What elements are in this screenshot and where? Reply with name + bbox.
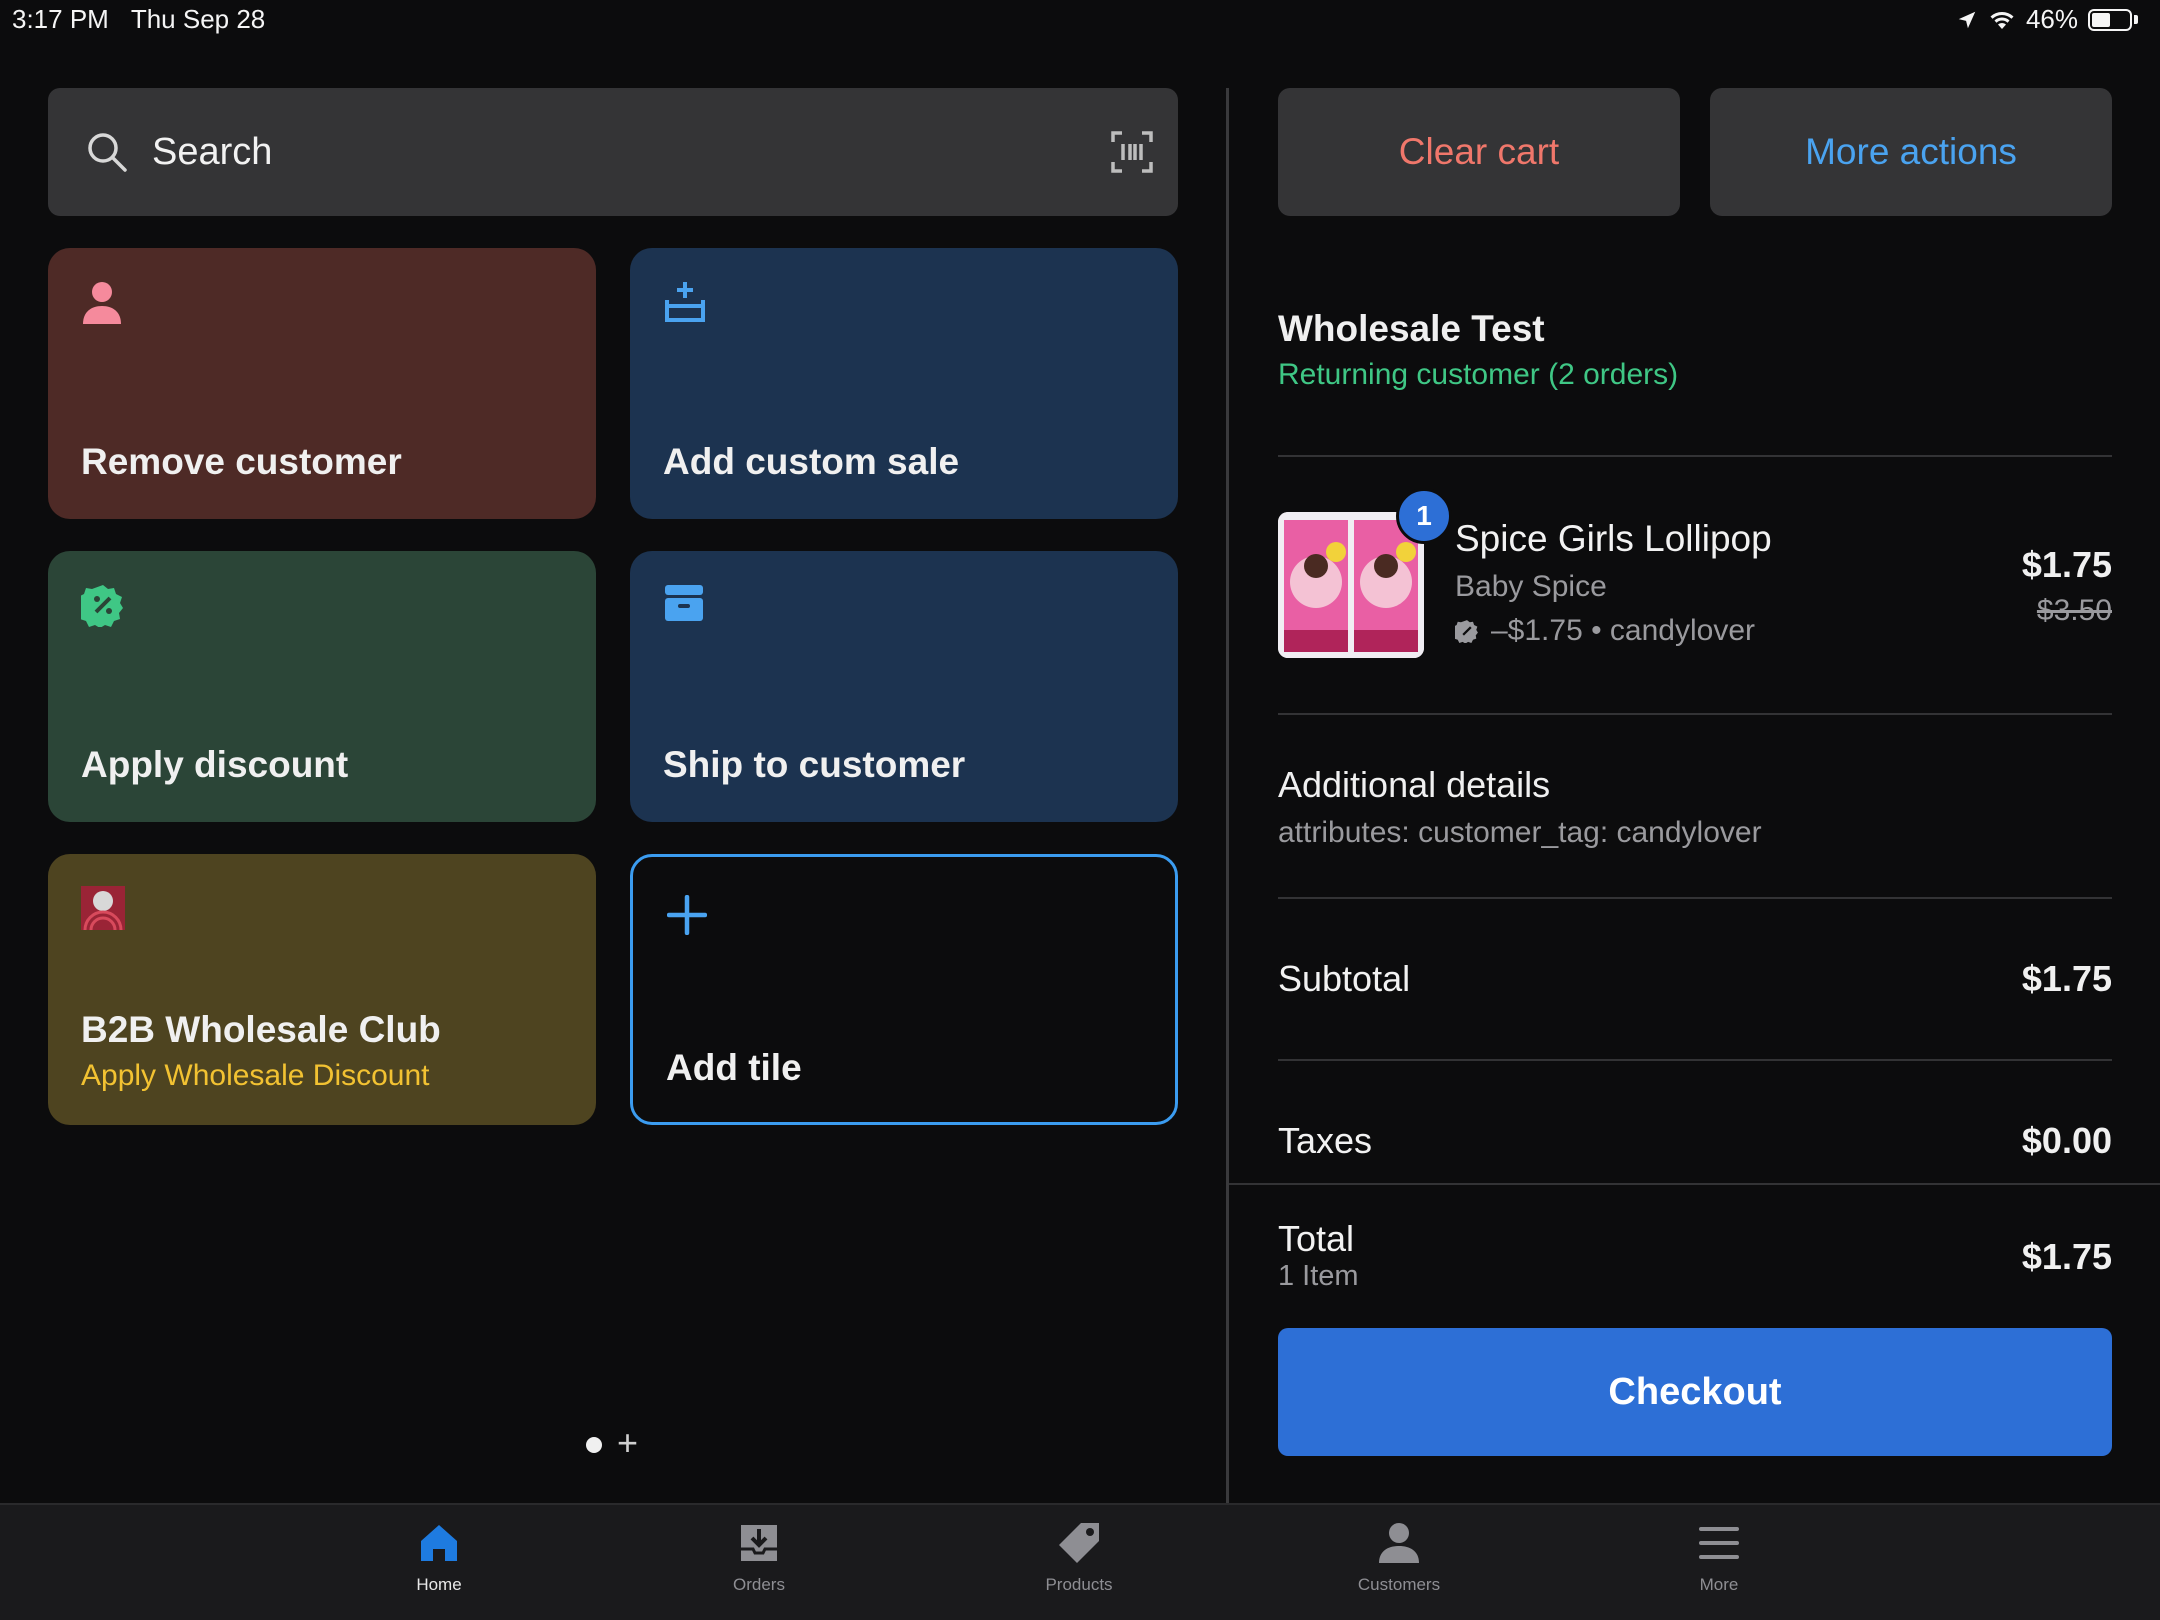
search-icon (88, 133, 127, 172)
subtotal-value: $1.75 (2021, 958, 2112, 999)
quantity-badge: 1 (1396, 488, 1452, 544)
item-price: $1.75 (2021, 544, 2112, 585)
home-icon (421, 1525, 457, 1561)
battery-percent: 46% (2025, 4, 2078, 34)
clear-cart-button[interactable]: Clear cart (1278, 88, 1680, 216)
tile-label: Ship to customer (663, 744, 966, 785)
panel-divider (1226, 88, 1229, 1503)
page-indicator-dot[interactable] (586, 1437, 602, 1453)
status-date: Thu Sep 28 (130, 4, 266, 34)
tile-add-tile[interactable]: Add tile (630, 854, 1178, 1125)
wifi-icon (1990, 11, 2014, 29)
tab-customers[interactable]: Customers (1299, 1521, 1499, 1595)
basket-add-icon (665, 282, 705, 322)
divider (1229, 1183, 2160, 1185)
app-logo-icon (81, 886, 125, 930)
total-item-count: 1 Item (1278, 1260, 1359, 1292)
item-original-price: $3.50 (2036, 594, 2112, 627)
tile-sublabel: Apply Wholesale Discount (81, 1059, 430, 1092)
divider (1278, 455, 2112, 457)
tag-icon (1059, 1523, 1099, 1563)
more-actions-button[interactable]: More actions (1710, 88, 2112, 216)
tile-label: Apply discount (81, 744, 349, 785)
location-icon (1958, 11, 1976, 28)
status-bar-left: 3:17 PM Thu Sep 28 (12, 4, 265, 35)
total-block: Total 1 Item (1278, 1218, 1359, 1293)
item-discount: –$1.75 • candylover (1491, 614, 1756, 647)
status-bar-right: 46% (1956, 4, 2138, 35)
tile-label: Add custom sale (663, 441, 960, 482)
customer-status: Returning customer (2 orders) (1278, 358, 1679, 391)
orders-icon (741, 1525, 777, 1561)
search-input[interactable] (150, 129, 1110, 175)
line-item-details[interactable]: Spice Girls Lollipop Baby Spice –$1.75 •… (1455, 518, 1772, 648)
divider (1278, 713, 2112, 715)
tab-bar: Home Orders Products Customers More (0, 1503, 2160, 1620)
tab-products[interactable]: Products (979, 1521, 1179, 1595)
taxes-label: Taxes (1278, 1120, 1373, 1161)
tile-ship-to-customer[interactable]: Ship to customer (630, 551, 1178, 822)
person-icon (1379, 1523, 1419, 1563)
tab-orders[interactable]: Orders (659, 1521, 859, 1595)
barcode-scan-icon[interactable] (1110, 130, 1154, 174)
tile-label: B2B Wholesale Club (81, 1009, 441, 1050)
tile-label: Add tile (666, 1047, 802, 1088)
total-label: Total (1278, 1218, 1355, 1259)
divider (1278, 897, 2112, 899)
tile-remove-customer[interactable]: Remove customer (48, 248, 596, 519)
tile-add-custom-sale[interactable]: Add custom sale (630, 248, 1178, 519)
tile-apply-discount[interactable]: Apply discount (48, 551, 596, 822)
tile-label: Remove customer (81, 441, 402, 482)
cart-customer[interactable]: Wholesale Test Returning customer (2 ord… (1278, 308, 1678, 392)
tab-label: More (1699, 1575, 1739, 1594)
status-time: 3:17 PM (12, 4, 109, 34)
subtotal-label: Subtotal (1278, 958, 1411, 999)
plus-icon (667, 895, 707, 935)
tab-label: Products (1045, 1575, 1113, 1594)
discount-badge-icon (81, 585, 123, 627)
details-text: attributes: customer_tag: candylover (1278, 816, 1762, 849)
item-name: Spice Girls Lollipop (1455, 518, 1772, 559)
tile-b2b-wholesale-club[interactable]: B2B Wholesale Club Apply Wholesale Disco… (48, 854, 596, 1125)
customer-name: Wholesale Test (1278, 308, 1545, 349)
taxes-value: $0.00 (2021, 1120, 2112, 1161)
tab-label: Home (416, 1575, 462, 1594)
box-icon (665, 585, 703, 621)
total-value: $1.75 (2021, 1236, 2112, 1277)
checkout-button[interactable]: Checkout (1278, 1328, 2112, 1456)
menu-icon (1699, 1527, 1739, 1559)
search-bar[interactable] (48, 88, 1178, 216)
divider (1278, 1059, 2112, 1061)
details-title: Additional details (1278, 764, 1551, 805)
additional-details[interactable]: Additional details attributes: customer_… (1278, 764, 1762, 850)
discount-badge-icon (1455, 620, 1478, 643)
add-page-button[interactable]: + (617, 1422, 638, 1464)
person-icon (83, 282, 121, 324)
battery-icon (2088, 8, 2132, 31)
item-variant: Baby Spice (1455, 570, 1607, 603)
tab-label: Customers (1357, 1575, 1441, 1594)
tab-home[interactable]: Home (339, 1521, 539, 1595)
tab-more[interactable]: More (1619, 1521, 1819, 1595)
item-price-block: $1.75 $3.50 (2022, 544, 2112, 628)
tab-label: Orders (733, 1575, 785, 1594)
